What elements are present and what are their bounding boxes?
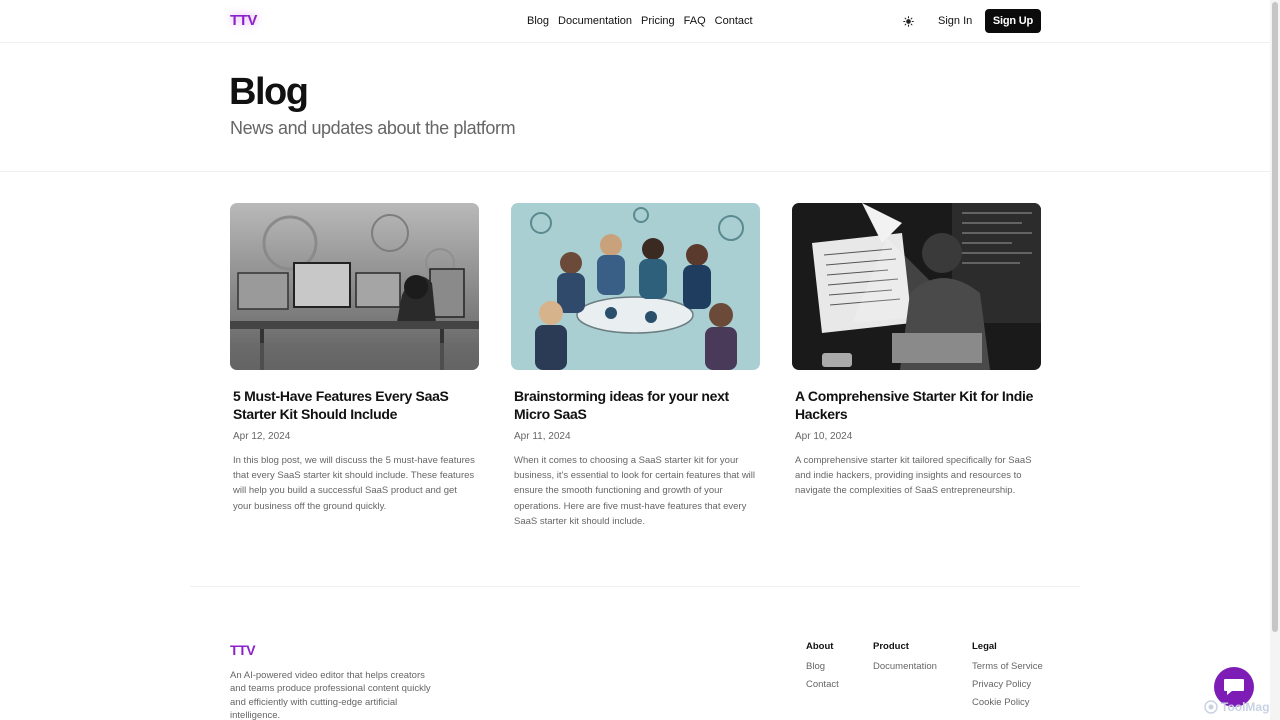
footer-column-about: About Blog Contact <box>806 641 839 697</box>
footer-link-documentation[interactable]: Documentation <box>873 661 937 672</box>
footer-heading: Product <box>873 641 909 652</box>
scrollbar-thumb[interactable] <box>1272 2 1278 632</box>
watermark: ToolMage <box>1204 700 1276 714</box>
blog-card-image[interactable] <box>230 203 479 370</box>
footer-column-legal: Legal Terms of Service Privacy Policy Co… <box>972 641 1043 715</box>
sign-in-link[interactable]: Sign In <box>938 15 972 27</box>
sign-up-button[interactable]: Sign Up <box>985 9 1041 33</box>
footer-description: An AI-powered video editor that helps cr… <box>230 670 431 720</box>
watermark-logo-icon <box>1204 700 1218 714</box>
blog-card[interactable]: A Comprehensive Starter Kit for Indie Ha… <box>792 203 1042 499</box>
footer-heading: Legal <box>972 641 997 652</box>
blog-card-title[interactable]: A Comprehensive Starter Kit for Indie Ha… <box>795 387 1039 423</box>
blog-card-excerpt: When it comes to choosing a SaaS starter… <box>514 455 756 527</box>
footer-link-terms[interactable]: Terms of Service <box>972 661 1043 672</box>
blog-card-image[interactable] <box>792 203 1041 370</box>
footer-link-cookie[interactable]: Cookie Policy <box>972 697 1043 708</box>
main-nav: Blog Documentation Pricing FAQ Contact <box>527 15 753 27</box>
blog-card-date: Apr 10, 2024 <box>795 431 853 442</box>
nav-contact[interactable]: Contact <box>715 15 753 27</box>
footer-link-contact[interactable]: Contact <box>806 679 839 690</box>
watermark-text: ToolMage <box>1221 700 1277 714</box>
footer-heading: About <box>806 641 834 652</box>
page-subtitle: News and updates about the platform <box>230 118 516 138</box>
blog-card-excerpt: A comprehensive starter kit tailored spe… <box>795 455 1032 497</box>
hero-section: Blog News and updates about the platform <box>0 43 1270 172</box>
footer-link-privacy[interactable]: Privacy Policy <box>972 679 1043 690</box>
footer-divider <box>190 586 1080 587</box>
page-scrollbar[interactable] <box>1270 0 1280 720</box>
logo[interactable]: TTV <box>230 12 257 29</box>
chat-bubble-icon <box>1224 679 1244 695</box>
sun-icon <box>903 16 914 27</box>
footer-column-product: Product Documentation <box>873 641 937 679</box>
blog-card[interactable]: Brainstorming ideas for your next Micro … <box>511 203 761 529</box>
nav-documentation[interactable]: Documentation <box>558 15 632 27</box>
blog-card-image[interactable] <box>511 203 760 370</box>
blog-card[interactable]: 5 Must-Have Features Every SaaS Starter … <box>230 203 480 514</box>
blog-card-title[interactable]: Brainstorming ideas for your next Micro … <box>514 387 758 423</box>
nav-pricing[interactable]: Pricing <box>641 15 675 27</box>
blog-card-date: Apr 12, 2024 <box>233 431 291 442</box>
blog-card-excerpt: In this blog post, we will discuss the 5… <box>233 455 475 512</box>
theme-toggle-button[interactable] <box>902 15 915 28</box>
footer-logo[interactable]: TTV <box>230 642 256 658</box>
site-header: TTV Blog Documentation Pricing FAQ Conta… <box>0 0 1270 43</box>
nav-faq[interactable]: FAQ <box>684 15 706 27</box>
blog-card-title[interactable]: 5 Must-Have Features Every SaaS Starter … <box>233 387 477 423</box>
nav-blog[interactable]: Blog <box>527 15 549 27</box>
page-title: Blog <box>229 71 309 113</box>
blog-card-date: Apr 11, 2024 <box>514 431 571 442</box>
footer-link-blog[interactable]: Blog <box>806 661 839 672</box>
